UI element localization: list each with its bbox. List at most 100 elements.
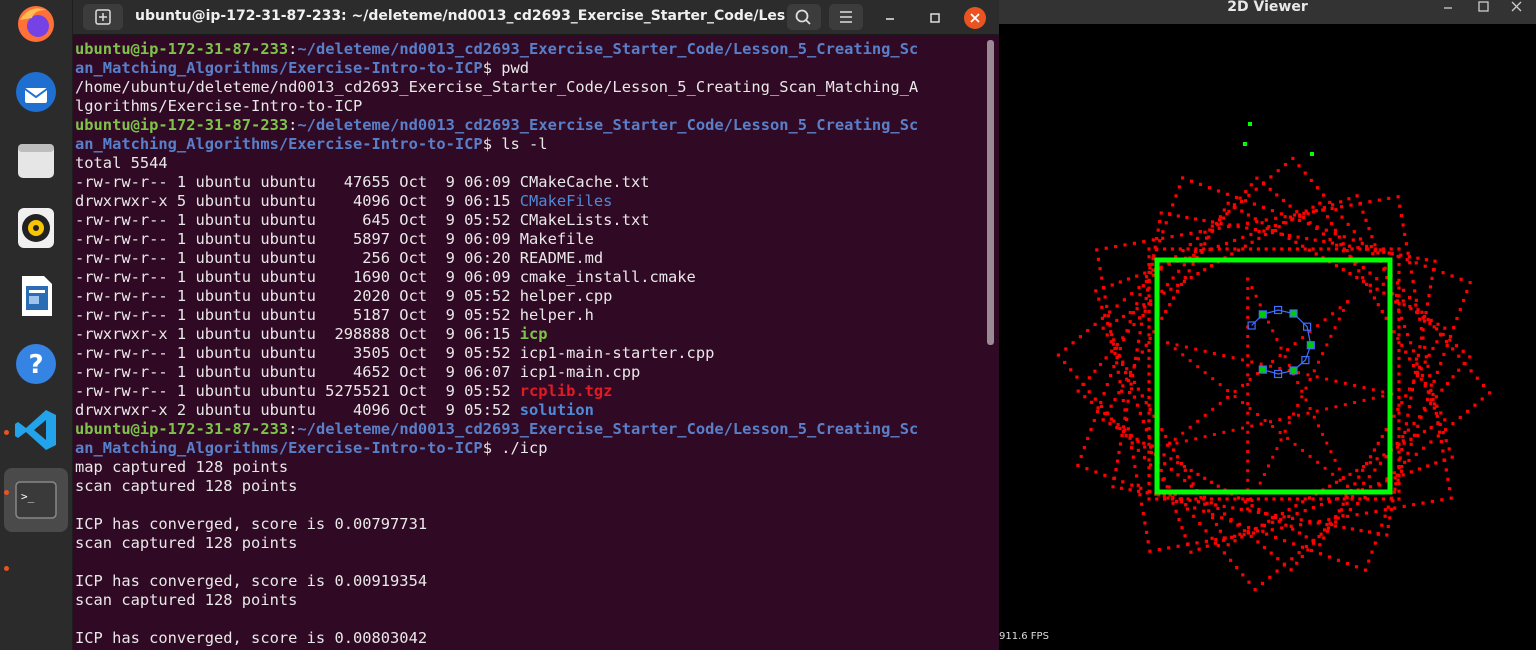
map-point — [1098, 362, 1103, 367]
map-point — [1396, 337, 1400, 341]
map-point — [1409, 341, 1413, 345]
viewer-maximize-button[interactable] — [1478, 1, 1489, 12]
map-point — [1468, 281, 1472, 285]
rhythmbox-icon[interactable] — [12, 204, 60, 252]
map-point — [1389, 507, 1393, 511]
map-point — [1361, 276, 1365, 280]
green-points — [1155, 122, 1392, 494]
map-point — [1404, 242, 1408, 246]
terminal-text: lgorithms/Exercise-Intro-to-ICP — [75, 97, 363, 115]
box-point — [1388, 258, 1392, 262]
help-icon[interactable]: ? — [12, 340, 60, 388]
map-point — [1442, 352, 1446, 356]
terminal-text: -rw-rw-r-- 1 ubuntu ubuntu 256 Oct 9 06:… — [75, 249, 604, 267]
map-point — [1240, 199, 1244, 204]
minimize-button[interactable] — [879, 7, 901, 29]
map-point — [1243, 199, 1248, 203]
writer-icon[interactable] — [12, 272, 60, 320]
map-point — [1203, 435, 1207, 439]
vscode-icon[interactable] — [12, 406, 60, 454]
map-point — [1203, 349, 1207, 353]
map-point — [1192, 253, 1196, 257]
map-point — [1134, 356, 1138, 360]
map-point — [1306, 373, 1310, 377]
map-point — [1291, 156, 1295, 160]
menu-button[interactable] — [829, 4, 863, 30]
firefox-icon[interactable] — [12, 2, 60, 50]
map-point — [1365, 247, 1369, 251]
map-point — [1143, 271, 1147, 275]
map-point — [1386, 505, 1390, 509]
map-point — [1129, 382, 1133, 386]
map-point — [1429, 401, 1433, 406]
maximize-button[interactable] — [924, 7, 946, 29]
map-point — [1397, 247, 1401, 251]
map-point — [1161, 236, 1165, 240]
map-point — [1216, 244, 1220, 248]
close-button[interactable] — [964, 7, 986, 29]
map-point — [1148, 549, 1152, 553]
map-point — [1269, 420, 1272, 424]
map-point — [1216, 544, 1220, 548]
map-point — [1354, 565, 1359, 569]
terminal-output[interactable]: ubuntu@ip-172-31-87-233:~/deleteme/nd001… — [75, 40, 987, 650]
map-point — [1121, 362, 1125, 366]
map-point — [1275, 569, 1279, 573]
map-point — [1384, 316, 1388, 320]
files-icon[interactable] — [12, 136, 60, 184]
map-point — [1119, 486, 1124, 490]
map-point — [1368, 530, 1372, 534]
map-point — [1264, 511, 1268, 516]
box-point — [1289, 490, 1293, 494]
map-point — [1162, 453, 1166, 457]
map-point — [1357, 475, 1361, 479]
map-point — [1432, 379, 1436, 383]
map-point — [1225, 192, 1230, 196]
map-point — [1129, 374, 1133, 378]
map-point — [1239, 507, 1243, 511]
map-point — [1292, 412, 1295, 416]
new-tab-button[interactable] — [83, 4, 123, 30]
map-point — [1225, 212, 1229, 216]
map-point — [1203, 371, 1207, 375]
map-point — [1315, 226, 1319, 230]
map-point — [1241, 247, 1245, 251]
map-point — [1371, 252, 1375, 256]
map-point — [1203, 476, 1207, 480]
search-button[interactable] — [787, 4, 821, 30]
map-point — [1416, 353, 1420, 357]
map-point — [1329, 450, 1333, 454]
scrollbar-thumb[interactable] — [987, 40, 994, 345]
map-point — [1426, 397, 1430, 401]
map-point — [1373, 468, 1377, 472]
thunderbird-icon[interactable] — [12, 68, 60, 116]
map-point — [1402, 504, 1406, 508]
terminal-line: total 5544 — [75, 154, 987, 173]
map-point — [1412, 421, 1416, 425]
viewer-close-button[interactable] — [1511, 1, 1522, 12]
point-cloud-canvas[interactable] — [999, 24, 1536, 644]
map-point — [1117, 391, 1121, 395]
terminal-icon[interactable]: >_ — [12, 476, 60, 524]
map-point — [1426, 364, 1430, 368]
terminal-line: ubuntu@ip-172-31-87-233:~/deleteme/nd001… — [75, 420, 987, 439]
map-point — [1138, 493, 1142, 497]
terminal-line: -rwxrwxr-x 1 ubuntu ubuntu 298888 Oct 9 … — [75, 325, 987, 344]
box-point — [1166, 258, 1171, 262]
map-point — [1214, 538, 1218, 542]
map-point — [1299, 518, 1303, 522]
map-point — [1192, 514, 1196, 518]
map-point — [1170, 235, 1174, 239]
map-point — [1189, 231, 1193, 235]
map-point — [1347, 244, 1352, 248]
map-point — [1282, 221, 1286, 225]
map-point — [1169, 467, 1173, 471]
terminal-text: scan captured 128 points — [75, 591, 298, 609]
box-point — [1254, 490, 1258, 494]
map-point — [1106, 412, 1110, 416]
map-point — [1367, 559, 1371, 563]
map-point — [1345, 249, 1349, 253]
map-point — [1357, 269, 1361, 273]
map-point — [1179, 233, 1184, 237]
map-point — [1287, 363, 1291, 367]
